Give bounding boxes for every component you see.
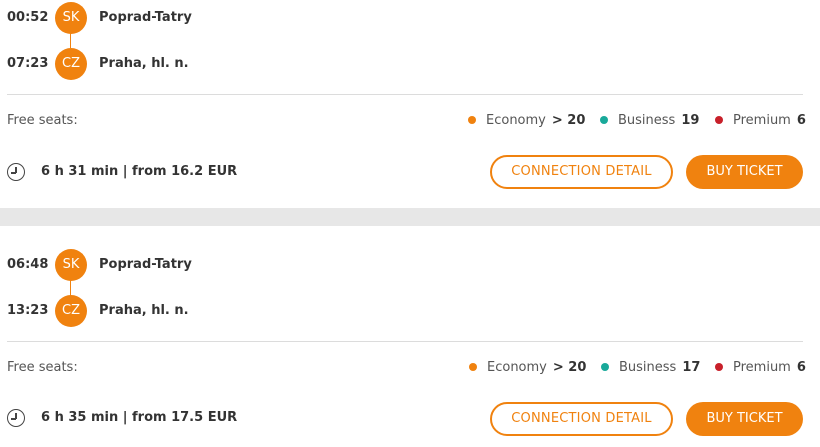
- business-count: 19: [681, 113, 700, 128]
- business-label: Business: [618, 113, 676, 128]
- country-badge: SK: [55, 249, 87, 281]
- country-badge: CZ: [55, 48, 87, 80]
- card-separator: [0, 208, 820, 226]
- premium-label: Premium: [733, 360, 791, 375]
- premium-seats: Premium 6: [715, 113, 806, 128]
- duration-price: 6 h 35 min | from 17.5 EUR: [41, 410, 238, 425]
- clock-icon: [7, 163, 25, 181]
- connection-card: 00:52 SK Poprad-Tatry 07:23 CZ Praha, hl…: [0, 0, 820, 208]
- free-seats-label: Free seats:: [7, 360, 78, 375]
- clock-icon: [7, 409, 25, 427]
- economy-label: Economy: [487, 360, 547, 375]
- free-seats-label: Free seats:: [7, 113, 78, 128]
- business-seats: Business 17: [601, 360, 700, 375]
- country-badge: SK: [55, 2, 87, 34]
- route-line: [70, 32, 71, 48]
- arrival-time: 07:23: [7, 56, 49, 71]
- premium-count: 6: [796, 360, 806, 375]
- connection-detail-button[interactable]: CONNECTION DETAIL: [490, 402, 673, 436]
- arrival-time: 13:23: [7, 303, 49, 318]
- departure-stop: 00:52 SK Poprad-Tatry: [0, 2, 400, 34]
- duration-price: 6 h 31 min | from 16.2 EUR: [41, 164, 238, 179]
- buy-ticket-button[interactable]: BUY TICKET: [686, 155, 803, 189]
- economy-dot-icon: [468, 115, 476, 124]
- premium-count: 6: [796, 113, 806, 128]
- business-dot-icon: [600, 115, 608, 124]
- business-label: Business: [619, 360, 677, 375]
- economy-label: Economy: [486, 113, 546, 128]
- departure-time: 00:52: [7, 10, 49, 25]
- departure-station: Poprad-Tatry: [99, 10, 192, 25]
- business-dot-icon: [601, 362, 609, 371]
- premium-dot-icon: [715, 115, 723, 124]
- departure-station: Poprad-Tatry: [99, 257, 192, 272]
- arrival-stop: 07:23 CZ Praha, hl. n.: [0, 48, 400, 80]
- economy-dot-icon: [469, 362, 477, 371]
- country-badge: CZ: [55, 295, 87, 327]
- divider: [7, 341, 803, 342]
- arrival-station: Praha, hl. n.: [99, 303, 189, 318]
- economy-seats: Economy > 20: [469, 360, 586, 375]
- premium-dot-icon: [715, 362, 723, 371]
- connection-detail-button[interactable]: CONNECTION DETAIL: [490, 155, 673, 189]
- departure-stop: 06:48 SK Poprad-Tatry: [0, 249, 400, 281]
- arrival-stop: 13:23 CZ Praha, hl. n.: [0, 295, 400, 327]
- premium-seats: Premium 6: [715, 360, 806, 375]
- economy-count: > 20: [552, 360, 587, 375]
- buy-ticket-button[interactable]: BUY TICKET: [686, 402, 803, 436]
- economy-count: > 20: [551, 113, 586, 128]
- business-seats: Business 19: [600, 113, 699, 128]
- departure-time: 06:48: [7, 257, 49, 272]
- economy-seats: Economy > 20: [468, 113, 585, 128]
- business-count: 17: [682, 360, 701, 375]
- premium-label: Premium: [733, 113, 791, 128]
- divider: [7, 94, 803, 95]
- arrival-station: Praha, hl. n.: [99, 56, 189, 71]
- connection-card: 06:48 SK Poprad-Tatry 13:23 CZ Praha, hl…: [0, 226, 820, 447]
